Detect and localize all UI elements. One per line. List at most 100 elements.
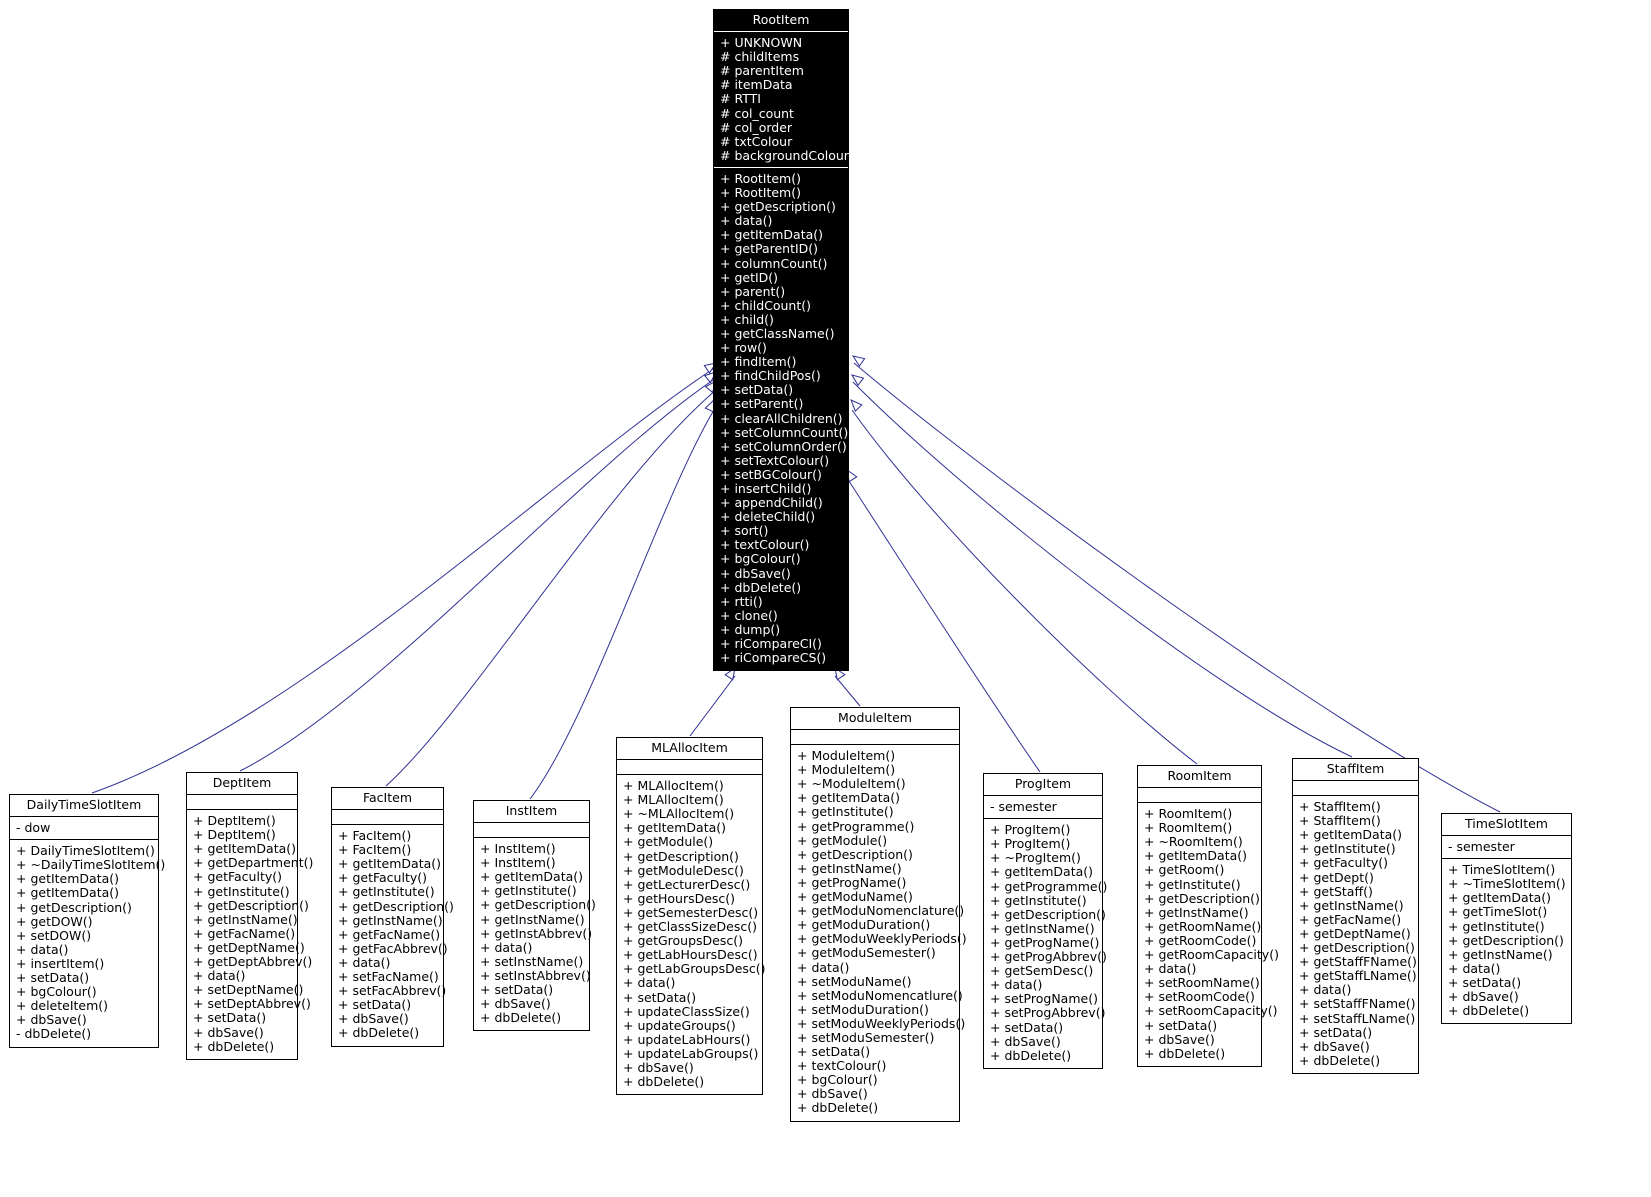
operation-row: + insertChild() xyxy=(720,481,812,496)
operation-row: + sort() xyxy=(720,523,769,539)
operation-row: + getDeptAbbrev() xyxy=(193,954,313,970)
attribute-row: # parentItem xyxy=(720,63,804,79)
operation-row: + ~ModuleItem() xyxy=(797,776,906,792)
operation-row: + getInstName() xyxy=(1299,897,1404,913)
operation-row: + appendChild() xyxy=(720,495,823,511)
operation-row: + getRoom() xyxy=(1144,862,1225,878)
operation-row: + getItemData() xyxy=(1299,827,1403,843)
class-title-dailytimeslotitem: DailyTimeSlotItem xyxy=(10,795,158,818)
operation-row: + setData() xyxy=(1448,974,1522,990)
class-title-progitem: ProgItem xyxy=(984,774,1102,797)
class-attributes-moduleitem xyxy=(791,730,959,746)
operation-row: + dbDelete() xyxy=(338,1025,420,1041)
operation-row: + getInstitute() xyxy=(1144,876,1241,892)
operation-row: + getModule() xyxy=(623,834,714,850)
operation-row: + dbSave() xyxy=(797,1086,868,1102)
operation-row: + updateGroups() xyxy=(623,1017,736,1033)
operation-row: + getLecturerDesc() xyxy=(623,876,751,892)
operation-row: + updateLabHours() xyxy=(623,1031,751,1047)
operation-row: + setStaffLName() xyxy=(1299,1010,1416,1026)
operation-row: + dbDelete() xyxy=(1144,1045,1226,1061)
operation-row: + dbSave() xyxy=(338,1011,409,1027)
inheritance-edge-deptitem xyxy=(239,377,717,772)
operation-row: + getItemData() xyxy=(480,869,584,885)
operation-row: + MLAllocItem() xyxy=(623,792,724,808)
operation-row: + setModuNomencatlure() xyxy=(797,987,963,1003)
class-title-facitem: FacItem xyxy=(332,788,443,811)
operation-row: + getLabGroupsDesc() xyxy=(623,961,766,977)
operation-row: + insertItem() xyxy=(16,955,105,971)
operation-row: + TimeSlotItem() xyxy=(1448,862,1556,878)
class-operations-facitem: + FacItem() + FacItem() + getItemData() + g… xyxy=(332,825,454,1045)
inheritance-edge-facitem xyxy=(385,389,717,787)
operation-row: + data() xyxy=(193,968,246,984)
operation-row: + setData() xyxy=(720,382,794,398)
operation-row: + getDepartment() xyxy=(193,855,314,871)
operation-row: + dbDelete() xyxy=(797,1100,879,1116)
uml-class-progitem[interactable]: ProgItem - semester + ProgItem() + ProgItem… xyxy=(983,773,1108,1069)
uml-class-staffitem[interactable]: StaffItem + StaffItem() + StaffItem() + get… xyxy=(1292,758,1419,1074)
uml-class-moduleitem[interactable]: ModuleItem + ModuleItem() + ModuleItem() + … xyxy=(790,707,967,1122)
uml-class-rootitem[interactable]: RootItem + UNKNOWN # childItems # parentIte… xyxy=(713,9,849,672)
class-title-moduleitem: ModuleItem xyxy=(791,708,959,731)
operation-row: + ProgItem() xyxy=(990,836,1071,852)
class-title-roomitem: RoomItem xyxy=(1138,766,1261,789)
operation-row: + getDescription() xyxy=(623,848,739,864)
operation-row: + getInstitute() xyxy=(480,883,577,899)
inheritance-edge-moduleitem xyxy=(834,675,861,707)
operation-row: + parent() xyxy=(720,283,786,299)
operation-row: + getDept() xyxy=(1299,869,1374,885)
operation-row: + bgColour() xyxy=(16,984,97,1000)
operation-row: + getFacName() xyxy=(338,926,441,942)
operation-row: + setData() xyxy=(1144,1017,1218,1033)
operation-row: + getLabHoursDesc() xyxy=(623,947,758,963)
operation-row: + getProgAbbrev() xyxy=(990,949,1107,965)
operation-row: + textColour() xyxy=(720,537,810,553)
attribute-row: # itemData xyxy=(720,77,793,93)
operation-row: + setRoomName() xyxy=(1144,975,1260,991)
operation-row: + getID() xyxy=(720,269,779,285)
operation-row: + dbDelete() xyxy=(1448,1003,1530,1019)
class-operations-moduleitem: + ModuleItem() + ModuleItem() + ~ModuleIte… xyxy=(791,745,967,1120)
uml-class-deptitem[interactable]: DeptItem + DeptItem() + DeptItem() + getIte… xyxy=(186,772,314,1060)
uml-class-mlallocitem[interactable]: MLAllocItem + MLAllocItem() + MLAllocItem(… xyxy=(616,737,766,1096)
attribute-row: # txtColour xyxy=(720,133,793,149)
operation-row: + getModuDuration() xyxy=(797,917,931,933)
operation-row: + getInstName() xyxy=(480,911,585,927)
operation-row: + DeptItem() xyxy=(193,827,276,843)
operation-row: + getDescription() xyxy=(1448,932,1564,948)
operation-row: + getDescription() xyxy=(1299,940,1415,956)
uml-class-timeslotitem[interactable]: TimeSlotItem - semester + TimeSlotItem() + … xyxy=(1441,813,1572,1025)
operation-row: + ModuleItem() xyxy=(797,762,896,778)
operation-row: + getItemData() xyxy=(1448,890,1552,906)
operation-row: + getProgramme() xyxy=(990,878,1108,894)
class-title-deptitem: DeptItem xyxy=(187,773,297,796)
operation-row: + setParent() xyxy=(720,396,804,412)
uml-class-dailytimeslotitem[interactable]: DailyTimeSlotItem - dow + DailyTimeSlotIte… xyxy=(9,794,165,1048)
operation-row: + getRoomName() xyxy=(1144,918,1262,934)
operation-row: + setData() xyxy=(16,970,90,986)
operation-row: + setData() xyxy=(990,1019,1064,1035)
operation-row: + data() xyxy=(720,213,773,229)
operation-row: + getDescription() xyxy=(16,899,132,915)
operation-row: + getDeptName() xyxy=(1299,925,1411,941)
operation-row: + deleteChild() xyxy=(720,509,816,525)
operation-row: + getDescription() xyxy=(720,199,836,215)
class-attributes-deptitem xyxy=(187,795,297,811)
uml-class-roomitem[interactable]: RoomItem + RoomItem() + RoomItem() + ~RoomI… xyxy=(1137,765,1279,1067)
operation-row: + getHoursDesc() xyxy=(623,890,736,906)
operation-row: + dbDelete() xyxy=(623,1074,705,1090)
operation-row: + setFacAbbrev() xyxy=(338,983,447,999)
operation-row: + setDeptName() xyxy=(193,982,304,998)
generalization-arrowhead xyxy=(851,355,866,367)
operation-row: + getInstitute() xyxy=(797,804,894,820)
generalization-arrowhead xyxy=(850,399,863,412)
uml-class-institem[interactable]: InstItem + InstItem() + InstItem() + getIte… xyxy=(473,800,596,1032)
uml-class-facitem[interactable]: FacItem + FacItem() + FacItem() + getItemDa… xyxy=(331,787,454,1047)
operation-row: + getProgramme() xyxy=(797,818,915,834)
operation-row: + setProgName() xyxy=(990,991,1098,1007)
operation-row: + RoomItem() xyxy=(1144,820,1233,836)
operation-row: + setRoomCapacity() xyxy=(1144,1003,1278,1019)
operation-row: + dbSave() xyxy=(720,565,791,581)
class-title-rootitem: RootItem xyxy=(714,10,848,33)
